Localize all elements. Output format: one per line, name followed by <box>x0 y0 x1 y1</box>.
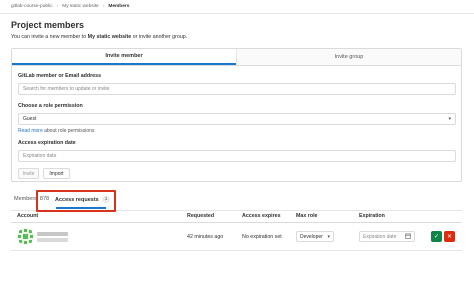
expiration-placeholder: Expiration date <box>23 153 57 159</box>
deny-request-button[interactable]: ✕ <box>444 231 455 242</box>
read-more-link[interactable]: Read more <box>18 128 43 134</box>
access-expires-value: No expiration set <box>242 234 282 240</box>
invite-button[interactable]: Invite <box>18 168 39 179</box>
redacted-name <box>37 232 68 236</box>
chevron-down-icon: ▾ <box>327 233 330 240</box>
role-select-value: Guest <box>23 116 37 122</box>
breadcrumb: gitlab-course-public › My static website… <box>11 4 129 9</box>
breadcrumb-item-members[interactable]: Members <box>108 4 129 9</box>
max-role-select[interactable]: Developer ▾ <box>296 231 334 242</box>
import-button[interactable]: Import <box>43 168 70 179</box>
breadcrumb-item-group[interactable]: gitlab-course-public <box>11 4 53 9</box>
column-header-access-expires: Access expires <box>242 213 281 219</box>
invite-tabs: Invite member Invite group <box>12 49 461 66</box>
highlight-box <box>36 190 116 212</box>
check-icon: ✓ <box>433 234 440 240</box>
page-title: Project members <box>11 20 85 30</box>
invite-card: Invite member Invite group GitLab member… <box>11 48 462 182</box>
calendar-icon <box>405 232 411 241</box>
expiration-date-picker[interactable]: Expiration date <box>359 231 415 242</box>
column-header-account: Account <box>17 213 39 219</box>
expiration-date-placeholder: Expiration date <box>363 233 397 240</box>
column-header-expiration: Expiration <box>359 213 385 219</box>
member-search-input[interactable]: Search for members to update or invite <box>18 83 456 95</box>
table-row: 42 minutes ago No expiration set Develop… <box>11 223 462 251</box>
max-role-value: Developer <box>300 233 323 240</box>
subtitle-suffix: or invite another group. <box>131 34 188 40</box>
tab-invite-group[interactable]: Invite group <box>236 49 461 65</box>
role-field-label: Choose a role permission <box>18 103 83 109</box>
breadcrumb-item-project[interactable]: My static website <box>62 4 99 9</box>
expiration-field-label: Access expiration date <box>18 140 76 146</box>
divider <box>0 13 474 14</box>
role-help-suffix: about role permissions <box>42 128 95 134</box>
subtitle-prefix: You can invite a new member to <box>11 34 88 40</box>
tab-members-label: Members <box>14 196 37 202</box>
role-select[interactable]: Guest ▾ <box>18 113 456 125</box>
member-search-placeholder: Search for members to update or invite <box>23 86 110 92</box>
tab-invite-member[interactable]: Invite member <box>12 49 236 65</box>
column-header-max-role: Max role <box>296 213 318 219</box>
breadcrumb-separator: › <box>102 4 105 9</box>
approve-request-button[interactable]: ✓ <box>431 231 442 242</box>
avatar[interactable] <box>17 228 34 245</box>
role-help-text: Read more about role permissions <box>18 128 94 134</box>
subtitle-project: My static website <box>87 34 132 40</box>
column-header-requested: Requested <box>187 213 215 219</box>
breadcrumb-separator: › <box>56 4 59 9</box>
requested-time: 42 minutes ago <box>187 234 224 240</box>
redacted-username <box>37 238 68 242</box>
member-field-label: GitLab member or Email address <box>18 73 102 79</box>
page-subtitle: You can invite a new member to My static… <box>11 34 187 40</box>
chevron-down-icon: ▾ <box>448 116 451 122</box>
expiration-date-input[interactable]: Expiration date <box>18 150 456 162</box>
close-icon: ✕ <box>446 234 453 240</box>
